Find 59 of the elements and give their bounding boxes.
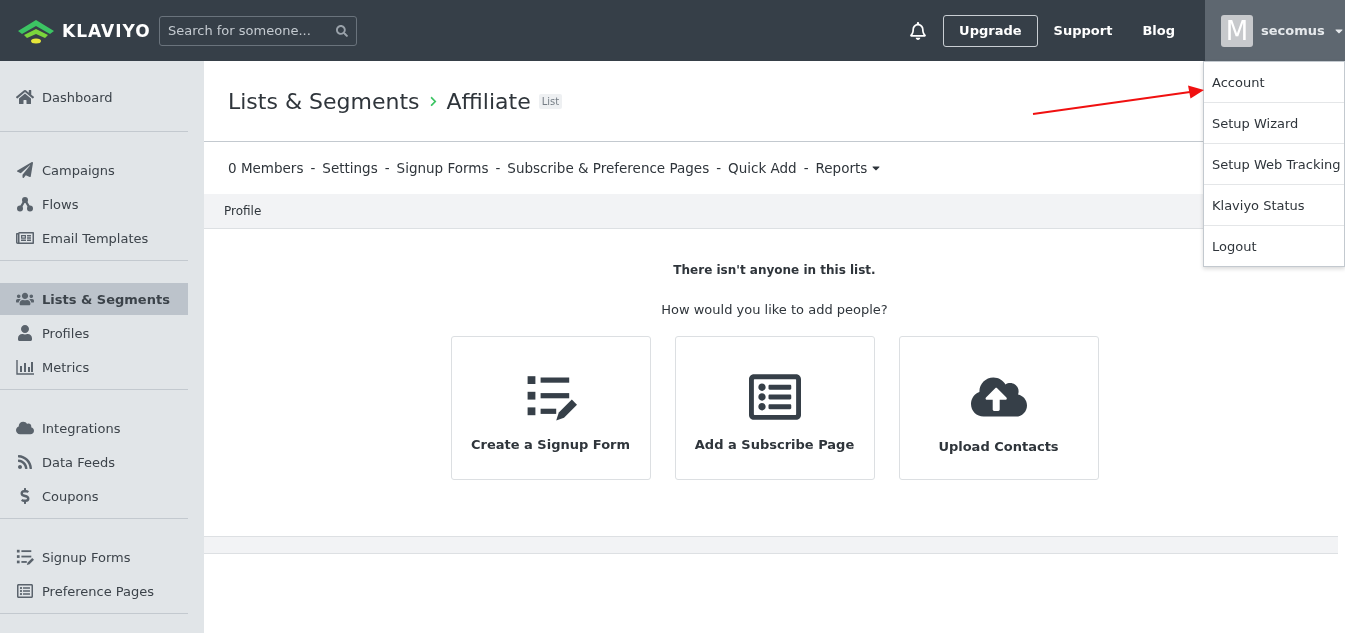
sidebar-item[interactable]: Campaigns [0,154,188,186]
upgrade-button[interactable]: Upgrade [943,14,1038,47]
logo[interactable]: KLAVIYO [16,16,159,45]
bell-icon[interactable] [909,21,928,40]
paper-plane-icon [16,162,34,178]
dropdown-link[interactable]: Reports [815,160,883,176]
nav-link[interactable]: Settings [322,160,378,176]
separator: - [384,160,390,176]
page-title: Affiliate [446,88,531,114]
sidebar-item[interactable]: Data Feeds [0,446,188,478]
option-card[interactable]: Upload Contacts [898,336,1099,480]
nav-link[interactable]: 0 Members [228,160,304,176]
separator: - [803,160,809,176]
nav-link[interactable]: Subscribe & Preference Pages [507,160,710,176]
list-tag: List [538,93,563,109]
sidebar-item[interactable]: Metrics [0,351,188,383]
home-icon [16,89,34,105]
prompt-text: How would you like to add people? [661,302,888,317]
logo-text: KLAVIYO [62,20,151,41]
list-page-icon [748,371,801,423]
search-icon [336,24,348,37]
separator: - [310,160,316,176]
nav-link[interactable]: Blog [1142,23,1175,38]
menu-item[interactable]: Logout [1204,226,1344,266]
menu-item[interactable]: Setup Web Tracking [1204,144,1344,185]
user-icon [16,325,34,341]
sidebar-item[interactable]: Dashboard [0,81,188,113]
sidebar-item[interactable]: Profiles [0,317,188,349]
sidebar-item[interactable]: Lists & Segments [0,283,188,315]
user-name: secomus [1261,23,1325,38]
sidebar-item[interactable]: Flows [0,188,188,220]
nav-link[interactable]: Support [1053,23,1113,38]
nav-link[interactable]: Quick Add [728,160,797,176]
sidebar-item[interactable]: Signup Forms [0,541,188,573]
option-card[interactable]: Add a Subscribe Page [674,336,875,480]
separator: - [495,160,501,176]
newspaper-icon [16,230,34,246]
option-card[interactable]: Create a Signup Form [450,336,651,480]
nav-link[interactable]: Signup Forms [396,160,489,176]
search-field[interactable]: Search for someone... [159,15,357,46]
sidebar-item[interactable]: Preference Pages [0,575,188,607]
menu-item[interactable]: Klaviyo Status [1204,185,1344,226]
empty-message: There isn't anyone in this list. [673,263,876,277]
list-pencil-icon [16,548,34,566]
breadcrumb-link[interactable]: Lists & Segments [228,88,420,114]
sidebar-item[interactable]: Email Templates [0,222,188,254]
sidebar-item[interactable]: Coupons [0,480,188,512]
menu-item[interactable]: Account [1204,62,1344,103]
menu-item[interactable]: Setup Wizard [1204,103,1344,144]
separator: - [716,160,722,176]
flow-nodes-icon [16,196,34,212]
sidebar-item[interactable]: Integrations [0,412,188,444]
avatar: M [1221,14,1253,47]
users-icon [16,291,34,307]
list-page-icon [16,583,34,599]
user-menu-button[interactable]: M secomus [1205,0,1345,61]
rss-icon [16,454,34,470]
cloud-icon [16,420,34,436]
bar-chart-icon [16,359,34,375]
